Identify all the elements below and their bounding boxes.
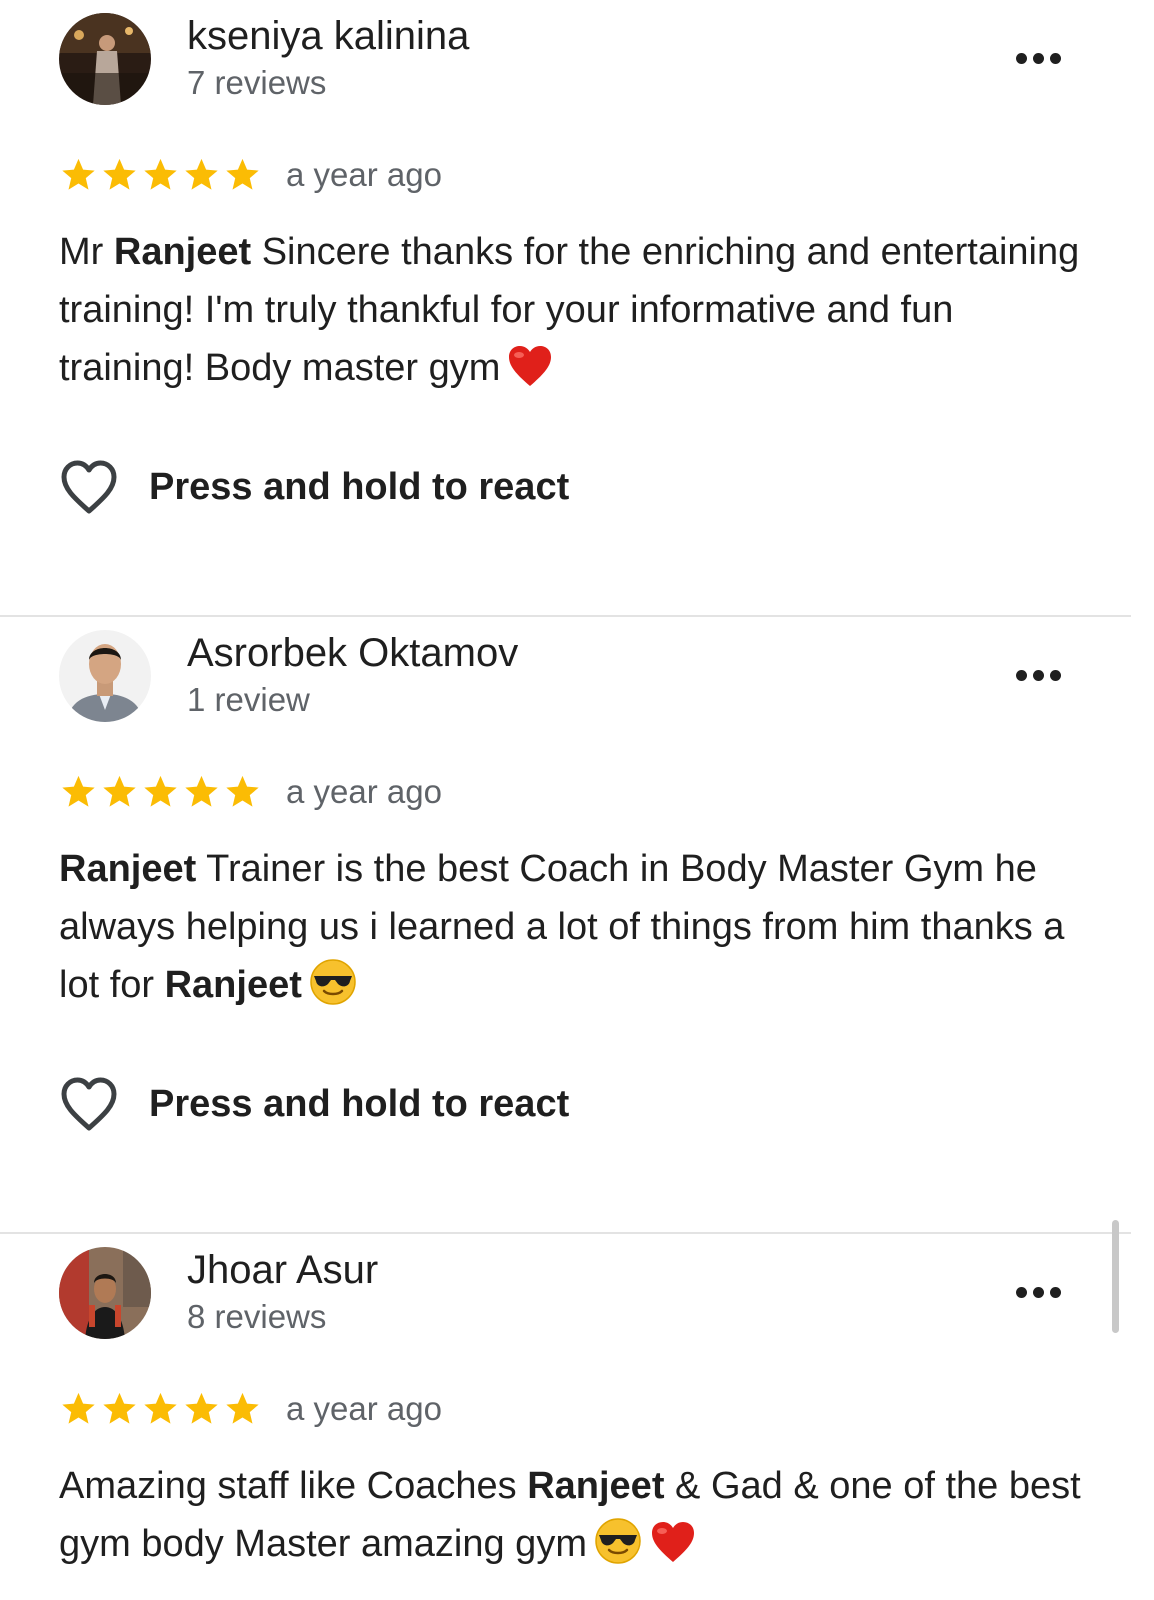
star-rating: [59, 156, 262, 194]
more-options-button[interactable]: [1008, 655, 1068, 695]
review-text-highlight: Ranjeet: [113, 231, 252, 273]
react-label: Press and hold to react: [149, 1082, 570, 1125]
more-dot: [1015, 1286, 1027, 1298]
star-icon: [223, 1390, 262, 1428]
star-icon: [141, 156, 180, 194]
react-label: Press and hold to react: [149, 465, 570, 508]
star-icon: [223, 773, 262, 811]
star-icon: [182, 156, 221, 194]
review-card: Asrorbek Oktamov 1 review a year ago Ran…: [0, 617, 1131, 1234]
star-icon: [182, 1390, 221, 1428]
review-time: a year ago: [286, 773, 442, 810]
author-name[interactable]: Asrorbek Oktamov: [187, 629, 518, 677]
more-dot: [1049, 669, 1061, 681]
scrollbar-thumb[interactable]: [1112, 1220, 1119, 1333]
star-rating: [59, 1390, 262, 1428]
review-card: Jhoar Asur 8 reviews a year ago Amazing …: [0, 1234, 1131, 1600]
more-dot: [1049, 1286, 1061, 1298]
react-button[interactable]: Press and hold to react: [59, 452, 569, 522]
star-icon: [59, 1390, 98, 1428]
more-dot: [1032, 1286, 1044, 1298]
star-icon: [59, 773, 98, 811]
review-text-highlight: Ranjeet: [527, 1465, 665, 1507]
more-dot: [1015, 52, 1027, 64]
review-text: Mr Ranjeet Sincere thanks for the enrich…: [59, 223, 1099, 397]
rating-row: a year ago: [59, 772, 442, 812]
more-options-button[interactable]: [1008, 1272, 1068, 1312]
star-icon: [100, 773, 139, 811]
review-time: a year ago: [286, 156, 442, 193]
star-icon: [59, 156, 98, 194]
more-dot: [1032, 669, 1044, 681]
star-icon: [141, 1390, 180, 1428]
review-text: Amazing staff like Coaches Ranjeet & Gad…: [59, 1457, 1099, 1573]
review-text: Ranjeet Trainer is the best Coach in Bod…: [59, 840, 1099, 1014]
sunglasses-emoji-icon: [308, 957, 358, 1007]
star-icon: [100, 156, 139, 194]
sunglasses-emoji-icon: [593, 1516, 643, 1566]
more-options-button[interactable]: [1008, 38, 1068, 78]
author-name[interactable]: kseniya kalinina: [187, 12, 469, 60]
more-dot: [1049, 52, 1061, 64]
star-icon: [100, 1390, 139, 1428]
review-count: 7 reviews: [187, 64, 327, 101]
heart-outline-icon: [59, 459, 119, 515]
rating-row: a year ago: [59, 155, 442, 195]
review-text-highlight: Ranjeet: [59, 848, 197, 890]
review-count: 8 reviews: [187, 1298, 327, 1335]
review-card: kseniya kalinina 7 reviews a year ago Mr…: [0, 0, 1131, 617]
red-heart-emoji-icon: [649, 1518, 697, 1566]
react-button[interactable]: Press and hold to react: [59, 1069, 569, 1139]
star-rating: [59, 773, 262, 811]
red-heart-emoji-icon: [506, 342, 554, 390]
avatar[interactable]: [59, 1247, 151, 1339]
rating-row: a year ago: [59, 1389, 442, 1429]
review-text-highlight: Ranjeet: [164, 964, 302, 1006]
star-icon: [182, 773, 221, 811]
review-time: a year ago: [286, 1390, 442, 1427]
review-count: 1 review: [187, 681, 310, 718]
review-text-part: Mr: [59, 231, 114, 273]
avatar[interactable]: [59, 630, 151, 722]
author-name[interactable]: Jhoar Asur: [187, 1246, 378, 1294]
avatar[interactable]: [59, 13, 151, 105]
more-dot: [1032, 52, 1044, 64]
more-dot: [1015, 669, 1027, 681]
star-icon: [223, 156, 262, 194]
star-icon: [141, 773, 180, 811]
heart-outline-icon: [59, 1076, 119, 1132]
review-text-part: Amazing staff like Coaches: [59, 1465, 528, 1507]
